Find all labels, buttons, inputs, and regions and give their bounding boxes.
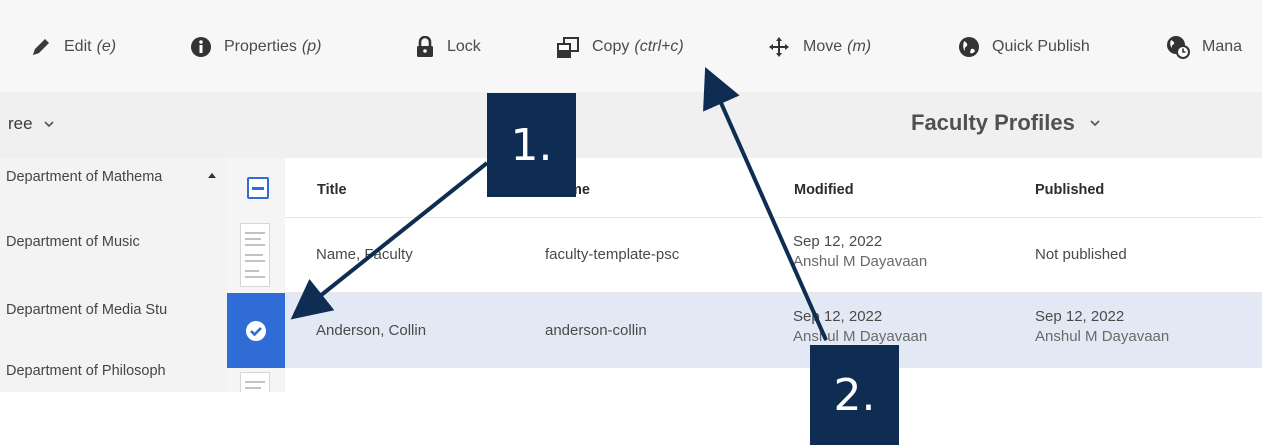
row-modified: Sep 12, 2022 Anshul M Dayavaan <box>793 308 927 345</box>
table-row[interactable] <box>227 368 1262 392</box>
rail-item-music[interactable]: Department of Music <box>6 234 140 250</box>
check-circle-icon <box>246 321 266 341</box>
content-table: Title me Modified Published Name, Facult… <box>227 158 1262 392</box>
row-published: Sep 12, 2022 Anshul M Dayavaan <box>1035 308 1169 345</box>
move-label: Move <box>803 38 843 55</box>
quick-publish-button[interactable]: Quick Publish <box>958 32 1090 62</box>
table-row[interactable]: Name, Faculty faculty-template-psc Sep 1… <box>227 218 1262 293</box>
table-header: Title me Modified Published <box>227 158 1262 218</box>
manage-publication-button[interactable]: Mana <box>1166 32 1242 62</box>
properties-label: Properties <box>224 38 297 55</box>
modified-by: Anshul M Dayavaan <box>793 253 928 270</box>
row-title[interactable]: Anderson, Collin <box>316 322 426 339</box>
properties-shortcut: (p) <box>301 38 322 55</box>
folder-switcher[interactable]: Faculty Profiles <box>911 110 1101 136</box>
lock-label: Lock <box>447 38 481 55</box>
page-thumbnail <box>240 223 270 287</box>
edit-shortcut: (e) <box>96 38 117 55</box>
rail-item-philosophy[interactable]: Department of Philosoph <box>6 363 166 379</box>
modified-by: Anshul M Dayavaan <box>793 328 928 345</box>
tree-title: ree <box>8 114 33 133</box>
published-by: Anshul M Dayavaan <box>1035 328 1170 345</box>
copy-shortcut: (ctrl+c) <box>634 38 684 55</box>
edit-button[interactable]: Edit (e) <box>30 32 116 62</box>
tree-switcher[interactable]: ree <box>8 114 55 134</box>
callout-2: 2. <box>810 345 899 445</box>
row-checkbox-checked[interactable] <box>227 293 285 368</box>
column-header-title[interactable]: Title <box>317 182 347 198</box>
move-icon <box>769 37 789 57</box>
quick-publish-label: Quick Publish <box>992 38 1090 55</box>
row-modified: Sep 12, 2022 Anshul M Dayavaan <box>793 233 927 270</box>
chevron-down-icon <box>1090 120 1100 127</box>
rail-item-media-studies[interactable]: Department of Media Stu <box>6 302 167 318</box>
column-header-modified[interactable]: Modified <box>794 182 854 198</box>
lock-button[interactable]: Lock <box>415 32 481 62</box>
info-icon <box>191 37 211 57</box>
modified-date: Sep 12, 2022 <box>793 308 883 325</box>
folder-title: Faculty Profiles <box>911 110 1075 135</box>
manage-label: Mana <box>1202 38 1243 55</box>
row-name: faculty-template-psc <box>545 246 680 263</box>
callout-2-label: 2. <box>833 369 876 421</box>
column-view-header: ree Faculty Profiles <box>0 92 1262 158</box>
row-name: anderson-collin <box>545 322 647 339</box>
chevron-down-icon <box>44 121 54 128</box>
table-row-selected[interactable]: Anderson, Collin anderson-collin Sep 12,… <box>227 293 1262 368</box>
globe-icon <box>959 37 979 57</box>
rail-item-mathematics[interactable]: Department of Mathema <box>6 169 162 185</box>
published-date: Sep 12, 2022 <box>1035 308 1125 325</box>
move-shortcut: (m) <box>847 38 872 55</box>
copy-button[interactable]: Copy (ctrl+c) <box>556 32 684 62</box>
column-header-published[interactable]: Published <box>1035 182 1104 198</box>
copy-icon <box>557 37 579 58</box>
lock-icon <box>417 36 433 57</box>
action-toolbar: Edit (e) Properties (p) Lock Copy (ctrl+… <box>0 0 1262 92</box>
move-button[interactable]: Move (m) <box>767 32 871 62</box>
modified-date: Sep 12, 2022 <box>793 233 883 250</box>
callout-1-label: 1. <box>510 119 553 171</box>
callout-1: 1. <box>487 93 576 197</box>
row-title[interactable]: Name, Faculty <box>316 246 413 263</box>
tree-rail: Department of Mathema Department of Musi… <box>0 158 227 392</box>
select-all-checkbox[interactable] <box>247 177 269 199</box>
page-thumbnail <box>240 372 270 392</box>
globe-clock-icon <box>1167 36 1190 59</box>
row-published: Not published <box>1035 246 1127 263</box>
edit-label: Edit <box>64 38 92 55</box>
properties-button[interactable]: Properties (p) <box>190 32 321 62</box>
scroll-up-icon[interactable] <box>207 171 217 179</box>
pencil-icon <box>33 39 49 55</box>
copy-label: Copy <box>592 38 630 55</box>
